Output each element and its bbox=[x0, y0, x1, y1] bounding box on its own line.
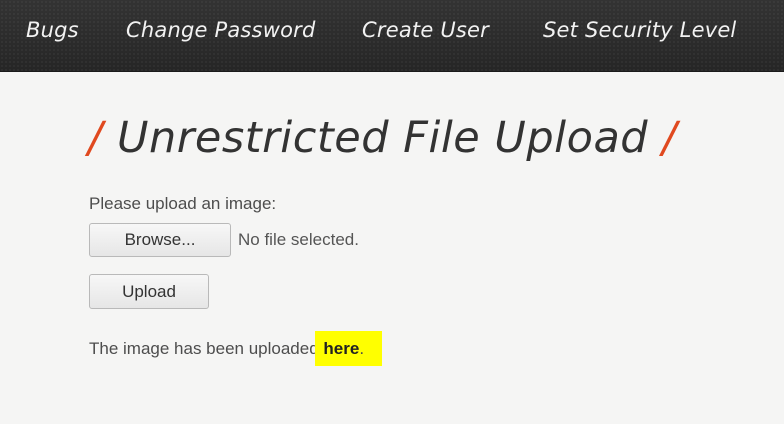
upload-result-message: The image has been uploaded here. bbox=[89, 331, 383, 366]
upload-button[interactable]: Upload bbox=[89, 274, 209, 309]
result-text: The image has been uploaded bbox=[89, 339, 324, 358]
title-slash-left: / bbox=[88, 113, 103, 163]
uploaded-image-link[interactable]: here bbox=[323, 339, 359, 358]
browse-button[interactable]: Browse... bbox=[89, 223, 231, 257]
nav-item-create-user[interactable]: Create User bbox=[362, 16, 489, 44]
page-title: / Unrestricted File Upload / bbox=[88, 108, 677, 168]
upload-label: Please upload an image: bbox=[89, 194, 277, 213]
nav-item-change-password[interactable]: Change Password bbox=[126, 16, 315, 44]
top-navbar: Bugs Change Password Create User Set Sec… bbox=[0, 0, 784, 72]
page-title-text: Unrestricted File Upload bbox=[117, 113, 649, 163]
result-suffix: . bbox=[359, 339, 365, 358]
nav-item-set-security-level[interactable]: Set Security Level bbox=[543, 16, 736, 44]
result-highlight: here. bbox=[315, 331, 383, 366]
title-slash-right: / bbox=[662, 113, 678, 163]
file-status-text: No file selected. bbox=[238, 230, 359, 249]
nav-item-bugs[interactable]: Bugs bbox=[26, 16, 79, 44]
